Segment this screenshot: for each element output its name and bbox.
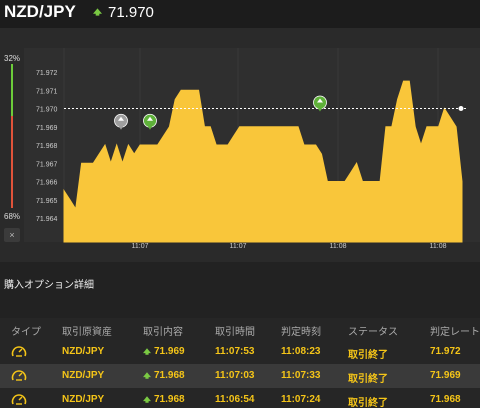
header-type: タイプ <box>11 327 41 338</box>
y-tick-label: 71.965 <box>36 198 58 205</box>
x-tick-label: 11:08 <box>330 243 347 250</box>
table-row[interactable]: NZD/JPY 71.969 11:07:53 11:08:23 取引終了 71… <box>0 340 480 364</box>
cell-judge-rate: 71.969 <box>430 370 461 381</box>
header-bar: NZD/JPY 71.970 <box>0 0 480 28</box>
current-rate-dot <box>458 106 464 111</box>
content-rate: 71.969 <box>154 346 185 357</box>
header-asset: 取引原資産 <box>62 327 112 338</box>
current-rate: 71.970 <box>108 4 154 21</box>
y-tick-label: 71.970 <box>36 107 58 114</box>
y-tick-label: 71.972 <box>36 70 58 77</box>
timer-icon <box>11 394 27 405</box>
table-row[interactable]: NZD/JPY 71.968 11:06:54 11:07:24 取引終了 71… <box>0 388 480 408</box>
cell-status: 取引終了 <box>348 350 388 361</box>
cell-trade-time: 11:07:03 <box>215 370 255 381</box>
cell-content: 71.969 <box>143 346 185 357</box>
header-trade-time: 取引時間 <box>215 327 255 338</box>
cell-judge-time: 11:08:23 <box>281 346 321 357</box>
header-judge-time: 判定時刻 <box>281 327 321 338</box>
x-tick-label: 11:08 <box>430 243 447 250</box>
y-tick-label: 71.964 <box>36 216 58 223</box>
cell-content: 71.968 <box>143 394 185 405</box>
header-status: ステータス <box>348 327 398 338</box>
up-arrow-icon <box>93 8 102 16</box>
cell-judge-rate: 71.968 <box>430 394 461 405</box>
cell-trade-time: 11:07:53 <box>215 346 255 357</box>
header-judge-rate: 判定レート <box>430 327 480 338</box>
content-rate: 71.968 <box>154 394 185 405</box>
y-tick-label: 71.966 <box>36 180 58 187</box>
y-tick-label: 71.968 <box>36 143 58 150</box>
table-row[interactable]: NZD/JPY 71.968 11:07:03 11:07:33 取引終了 71… <box>0 364 480 388</box>
table-header: タイプ 取引原資産 取引内容 取引時間 判定時刻 ステータス 判定レート <box>0 318 480 340</box>
cell-asset: NZD/JPY <box>62 346 105 357</box>
up-arrow-icon <box>143 372 151 379</box>
cell-asset: NZD/JPY <box>62 370 105 381</box>
pair-title: NZD/JPY <box>4 2 76 21</box>
cell-asset: NZD/JPY <box>62 394 105 405</box>
chart-area: 32% 68% × 71.972 71.971 71.970 71.969 71.968… <box>0 28 480 262</box>
up-arrow-icon <box>143 396 151 403</box>
section-title: 購入オプション詳細 <box>4 280 94 291</box>
cell-judge-time: 11:07:33 <box>281 370 321 381</box>
x-tick-label: 11:07 <box>230 243 247 250</box>
x-tick-label: 11:07 <box>132 243 149 250</box>
rate-chart: 71.972 71.971 71.970 71.969 71.968 71.967 71.9… <box>24 48 480 250</box>
y-tick-label: 71.969 <box>36 125 58 132</box>
cell-trade-time: 11:06:54 <box>215 394 255 405</box>
content-rate: 71.968 <box>154 370 185 381</box>
up-arrow-icon <box>143 348 151 355</box>
cell-status: 取引終了 <box>348 398 388 408</box>
cell-content: 71.968 <box>143 370 185 381</box>
timer-icon <box>11 346 27 357</box>
header-content: 取引内容 <box>143 327 183 338</box>
timer-icon <box>11 370 27 381</box>
cell-judge-time: 11:07:24 <box>281 394 321 405</box>
y-tick-label: 71.967 <box>36 161 58 168</box>
y-tick-label: 71.971 <box>36 88 58 95</box>
cell-status: 取引終了 <box>348 374 388 385</box>
cell-judge-rate: 71.972 <box>430 346 461 357</box>
y-axis-ticks: 71.972 71.971 71.970 71.969 71.968 71.967 71.9… <box>36 70 58 223</box>
x-axis-ticks: 11:07 11:07 11:08 11:08 <box>132 243 447 250</box>
